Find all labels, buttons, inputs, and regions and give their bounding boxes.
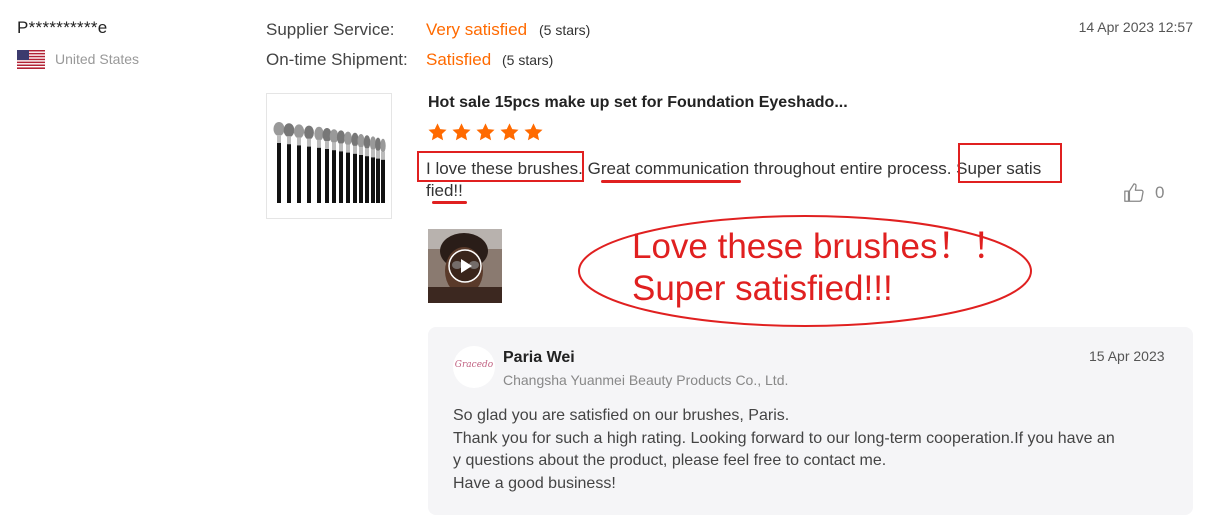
review-phrase-communication: Great communicat — [587, 159, 727, 178]
product-title[interactable]: Hot sale 15pcs make up set for Foundatio… — [428, 94, 848, 112]
annotation-box-satisfied — [958, 143, 1062, 183]
seller-logo-text: Gracedo — [454, 360, 494, 370]
seller-name: Paria Wei — [503, 349, 575, 366]
shipment-label: On-time Shipment: — [266, 50, 408, 69]
shipment-stars: (5 stars) — [502, 52, 554, 68]
like-button[interactable]: 0 — [1123, 182, 1164, 204]
supplier-service-stars: (5 stars) — [539, 22, 591, 38]
reply-line: y questions about the product, please fe… — [453, 452, 887, 469]
makeup-brushes-image — [273, 122, 386, 203]
star-icon — [428, 123, 447, 141]
like-count: 0 — [1155, 183, 1165, 202]
star-icon — [500, 123, 519, 141]
annotation-underline-fied — [432, 201, 467, 204]
reply-line: Have a good business! — [453, 474, 616, 492]
reviewer-name: P**********e — [17, 18, 108, 37]
reply-date: 15 Apr 2023 — [1089, 348, 1165, 364]
seller-logo: Gracedo — [453, 346, 495, 388]
reviewer-country: United States — [55, 51, 140, 67]
review-video-thumbnail[interactable] — [428, 229, 502, 303]
shipment-value: Satisfied — [426, 50, 492, 69]
product-image[interactable] — [266, 93, 392, 219]
reply-line: So glad you are satisfied on our brushes… — [453, 407, 790, 424]
supplier-service-label: Supplier Service: — [266, 20, 395, 39]
us-flag-icon — [17, 50, 45, 69]
product-star-rating — [427, 122, 544, 143]
seller-company: Changsha Yuanmei Beauty Products Co., Lt… — [503, 372, 789, 388]
play-icon[interactable] — [447, 248, 483, 284]
annotation-underline-communication — [601, 180, 741, 183]
supplier-service-value: Very satisfied — [426, 20, 528, 39]
thumbs-up-icon — [1124, 183, 1144, 202]
star-icon — [452, 123, 471, 141]
seller-reply-text: So glad you are satisfied on our brushes… — [453, 405, 1168, 495]
callout-line-1: Love these brushes！！ — [632, 227, 1008, 266]
annotation-box-love — [417, 151, 584, 182]
reply-line: Thank you for such a high rating. Lookin… — [453, 429, 1115, 447]
review-date: 14 Apr 2023 12:57 — [1078, 19, 1193, 35]
star-icon — [476, 123, 495, 141]
annotation-callout-text: Love these brushes！！ Super satisfied!!! — [632, 226, 1007, 310]
review-line-2: fied!! — [426, 181, 463, 200]
star-icon — [524, 123, 543, 141]
callout-line-2: Super satisfied!!! — [632, 269, 893, 308]
